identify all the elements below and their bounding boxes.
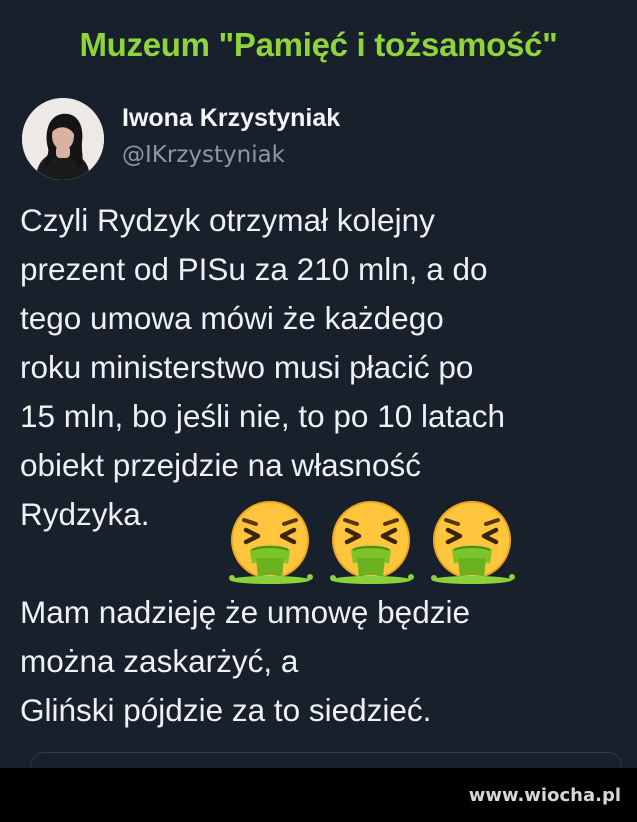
author-handle[interactable]: @IKrzystyniak [122, 142, 285, 168]
author-name[interactable]: Iwona Krzystyniak [122, 104, 340, 133]
face-vomiting-icon [330, 501, 414, 584]
tweet-line: roku ministerstwo musi płacić po [20, 349, 474, 385]
avatar[interactable] [22, 98, 104, 180]
face-vomiting-icon [229, 501, 313, 584]
quoted-card-edge [30, 752, 622, 768]
face-vomiting-icon [431, 501, 515, 584]
tweet-line: tego umowa mówi że każdego [20, 300, 444, 336]
tweet-line: Czyli Rydzyk otrzymał kolejny [20, 202, 435, 238]
tweet-text: Czyli Rydzyk otrzymał kolejny prezent od… [20, 196, 630, 735]
tweet-line: można zaskarżyć, a [20, 643, 299, 679]
tweet-line: 15 mln, bo jeśli nie, to po 10 latach [20, 398, 506, 434]
tweet-line: obiekt przejdzie na własność [20, 447, 421, 483]
tweet-card: Muzeum "Pamięć i tożsamość" Iwona Krzyst… [0, 0, 637, 768]
headline: Muzeum "Pamięć i tożsamość" [79, 26, 558, 63]
tweet-line: Gliński pójdzie za to siedzieć. [20, 692, 432, 728]
tweet-line: Mam nadzieję że umowę będzie [20, 594, 470, 630]
tweet-line: prezent od PISu za 210 mln, a do [20, 251, 488, 287]
avatar-photo-icon [22, 98, 104, 180]
emoji-row [222, 500, 522, 584]
watermark: www.wiocha.pl [468, 785, 621, 806]
